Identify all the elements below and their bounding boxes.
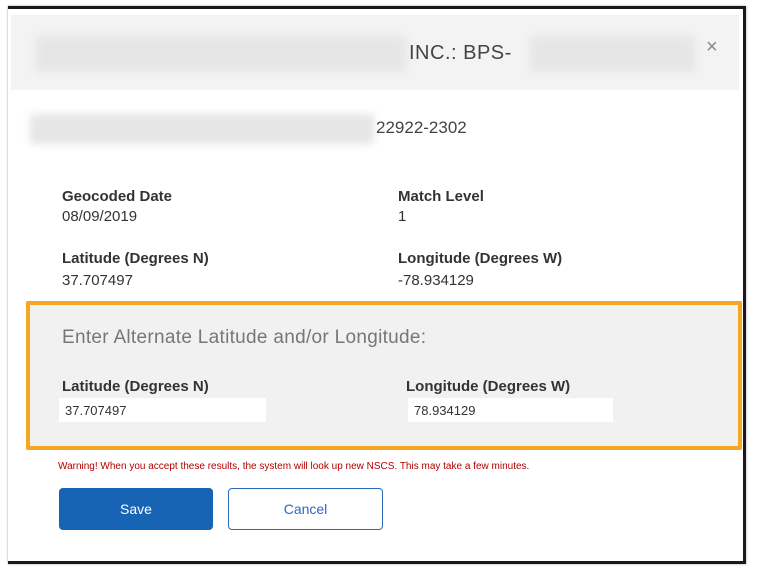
latitude-value: 37.707497 (62, 272, 133, 289)
alternate-coordinates-panel (26, 301, 742, 450)
alternate-heading: Enter Alternate Latitude and/or Longitud… (62, 327, 427, 348)
alt-longitude-input[interactable] (408, 398, 613, 422)
close-icon[interactable]: × (706, 36, 718, 59)
save-button[interactable]: Save (59, 488, 213, 530)
alt-latitude-label: Latitude (Degrees N) (62, 378, 209, 395)
redacted-title (36, 36, 406, 72)
cancel-button[interactable]: Cancel (228, 488, 383, 530)
redacted-title-id (530, 36, 695, 72)
geocoded-date-label: Geocoded Date (62, 188, 173, 205)
alt-latitude-input[interactable] (59, 398, 266, 422)
longitude-value: -78.934129 (398, 272, 474, 289)
longitude-label: Longitude (Degrees W) (398, 250, 563, 267)
alt-longitude-label: Longitude (Degrees W) (406, 378, 571, 395)
warning-message: Warning! When you accept these results, … (58, 461, 530, 472)
dialog-title: INC.: BPS- (409, 42, 512, 64)
latitude-label: Latitude (Degrees N) (62, 250, 209, 267)
match-level-label: Match Level (398, 188, 484, 205)
match-level-value: 1 (398, 208, 407, 225)
geocoded-date-value: 08/09/2019 (62, 208, 138, 225)
address-zip: 22922-2302 (376, 118, 467, 137)
redacted-address (30, 114, 374, 144)
